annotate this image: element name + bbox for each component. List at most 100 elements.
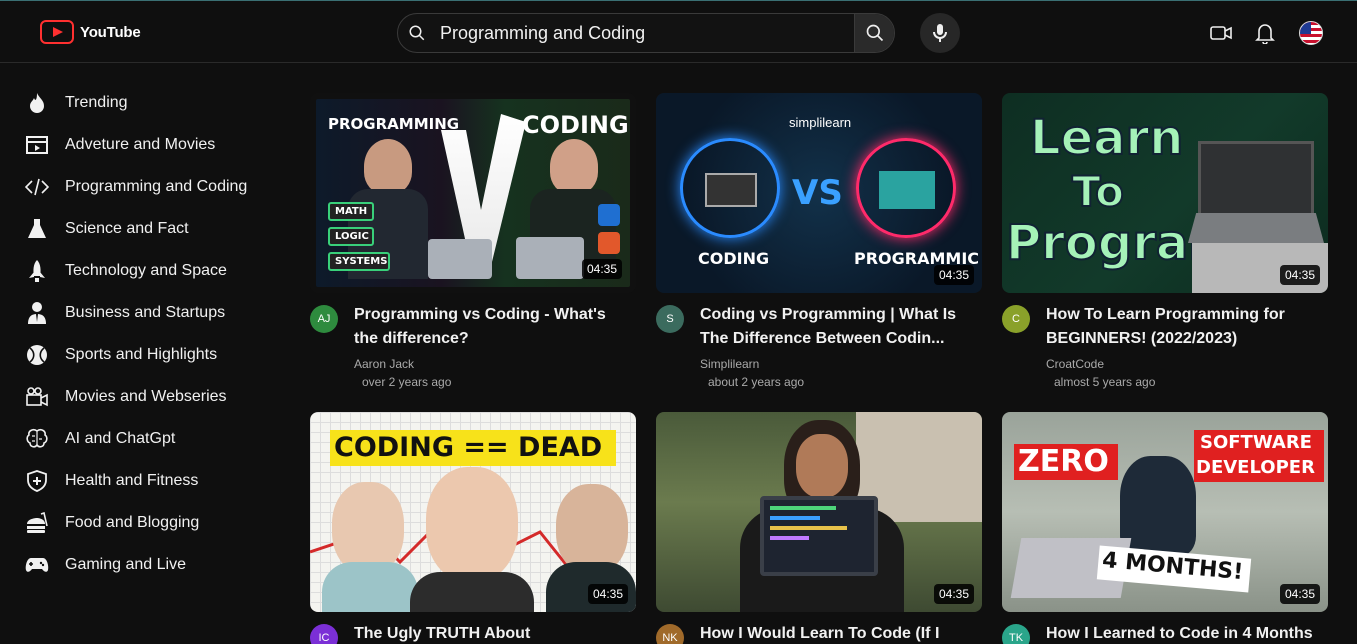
search-bar [397, 13, 895, 53]
code-circle [680, 138, 780, 238]
video-card[interactable]: 04:35 NK How I Would Learn To Code (If I… [656, 412, 982, 644]
sidebar-item-programming[interactable]: Programming and Coding [0, 166, 290, 208]
body-center [410, 572, 534, 612]
duration-badge: 04:35 [933, 265, 974, 285]
program-circle [856, 138, 956, 238]
code-line [770, 536, 809, 540]
sidebar-item-sports[interactable]: Sports and Highlights [0, 334, 290, 376]
video-card[interactable]: ZERO SOFTWARE DEVELOPER 4 MONTHS! 04:35 … [1002, 412, 1328, 644]
bell-icon [1255, 24, 1275, 44]
channel-avatar[interactable]: IC [310, 624, 338, 644]
code-line [770, 506, 836, 510]
youtube-logo[interactable]: YouTube [40, 20, 141, 44]
sidebar-item-food[interactable]: Food and Blogging [0, 502, 290, 544]
camera-icon [25, 385, 49, 409]
video-thumbnail[interactable]: PROGRAMMING CODING MATH LOGIC SYSTEMS 04… [310, 93, 636, 293]
businessman-icon [25, 301, 49, 325]
sidebar-item-gaming[interactable]: Gaming and Live [0, 544, 290, 586]
sidebar-item-movies[interactable]: Movies and Webseries [0, 376, 290, 418]
thumb-brand: simplilearn [789, 115, 852, 130]
video-title[interactable]: The Ugly TRUTH About Programming [354, 622, 634, 644]
duration-badge: 04:35 [1279, 265, 1320, 285]
upload-age: about 2 years ago [708, 375, 805, 389]
css3-logo [598, 204, 620, 226]
face-center [426, 467, 518, 582]
video-title[interactable]: Coding vs Programming | What Is The Diff… [700, 303, 980, 351]
sidebar-item-business[interactable]: Business and Startups [0, 292, 290, 334]
sidebar-item-label: Sports and Highlights [65, 346, 218, 363]
code-line [770, 516, 820, 520]
thumb-tags: MATH LOGIC SYSTEMS [328, 202, 390, 271]
sidebar-item-label: Trending [65, 94, 128, 111]
html5-logo [598, 232, 620, 254]
duration-badge: 04:35 [933, 584, 974, 604]
duration-badge: 04:35 [587, 584, 628, 604]
search-button[interactable] [854, 14, 894, 52]
sidebar-item-technology[interactable]: Technology and Space [0, 250, 290, 292]
sidebar: Trending Adveture and Movies Programming… [0, 82, 290, 586]
upload-age: almost 5 years ago [1054, 375, 1156, 389]
sidebar-item-adventure[interactable]: Adveture and Movies [0, 124, 290, 166]
create-video-button[interactable] [1210, 22, 1232, 44]
youtube-play-icon [40, 20, 74, 44]
video-card[interactable]: Learn To Program 04:35 C How To Learn Pr… [1002, 93, 1328, 389]
video-thumbnail[interactable]: 04:35 [656, 412, 982, 612]
thumb-text-right: CODING [522, 111, 629, 139]
thumb-line-2: To [1071, 167, 1125, 216]
thumb-banner: CODING == DEAD [334, 432, 603, 463]
code-icon [25, 175, 49, 199]
face-right [556, 484, 628, 574]
channel-avatar[interactable]: AJ [310, 305, 338, 333]
sidebar-item-label: Movies and Webseries [65, 388, 227, 405]
laptop-right [516, 237, 584, 279]
microphone-icon [933, 24, 947, 42]
search-input[interactable] [436, 14, 854, 52]
sidebar-item-ai[interactable]: AI and ChatGpt [0, 418, 290, 460]
laptop-keyboard [1188, 213, 1324, 243]
duration-badge: 04:35 [581, 259, 622, 279]
video-card[interactable]: simplilearn VS CODING PROGRAMMIC 04:35 S… [656, 93, 982, 389]
video-thumbnail[interactable]: simplilearn VS CODING PROGRAMMIC 04:35 [656, 93, 982, 293]
thumb-software: SOFTWARE [1200, 432, 1312, 453]
face-left [332, 482, 404, 574]
sidebar-item-label: AI and ChatGpt [65, 430, 176, 447]
fire-icon [25, 91, 49, 115]
laptop-screen [1198, 141, 1314, 217]
channel-name[interactable]: Aaron Jack [354, 357, 414, 371]
notifications-button[interactable] [1254, 22, 1276, 44]
thumb-tag: LOGIC [328, 227, 374, 246]
thumb-vs: VS [792, 173, 843, 213]
video-camera-icon [1210, 26, 1232, 40]
video-title[interactable]: How I Learned to Code in 4 Months & [1046, 622, 1326, 644]
sidebar-item-science[interactable]: Science and Fact [0, 208, 290, 250]
burger-icon [25, 511, 49, 535]
channel-avatar[interactable]: S [656, 305, 684, 333]
brain-icon [25, 427, 49, 451]
voice-search-button[interactable] [920, 13, 960, 53]
sidebar-item-health[interactable]: Health and Fitness [0, 460, 290, 502]
video-title[interactable]: How I Would Learn To Code (If I Could [700, 622, 980, 644]
person-hoodie [1120, 456, 1196, 556]
video-thumbnail[interactable]: CODING == DEAD 04:35 [310, 412, 636, 612]
channel-name[interactable]: CroatCode [1046, 357, 1104, 371]
channel-name[interactable]: Simplilearn [700, 357, 759, 371]
channel-avatar[interactable]: TK [1002, 624, 1030, 644]
video-thumbnail[interactable]: Learn To Program 04:35 [1002, 93, 1328, 293]
video-thumbnail[interactable]: ZERO SOFTWARE DEVELOPER 4 MONTHS! 04:35 [1002, 412, 1328, 612]
channel-avatar[interactable]: NK [656, 624, 684, 644]
sidebar-item-trending[interactable]: Trending [0, 82, 290, 124]
thumb-line-1: Learn [1029, 110, 1184, 166]
flask-icon [25, 217, 49, 241]
video-title[interactable]: Programming vs Coding - What's the diffe… [354, 303, 634, 351]
video-card[interactable]: PROGRAMMING CODING MATH LOGIC SYSTEMS 04… [310, 93, 636, 389]
video-title[interactable]: How To Learn Programming for BEGINNERS! … [1046, 303, 1326, 351]
thumb-text-left: PROGRAMMING [328, 115, 460, 133]
channel-avatar[interactable]: C [1002, 305, 1030, 333]
sidebar-item-label: Business and Startups [65, 304, 226, 321]
thumb-text-left: CODING [698, 249, 770, 268]
account-avatar[interactable] [1299, 21, 1323, 45]
sidebar-item-label: Food and Blogging [65, 514, 200, 531]
duration-badge: 04:35 [1279, 584, 1320, 604]
rocket-icon [25, 259, 49, 283]
video-card[interactable]: CODING == DEAD 04:35 IC The Ugly TRUTH A… [310, 412, 636, 644]
